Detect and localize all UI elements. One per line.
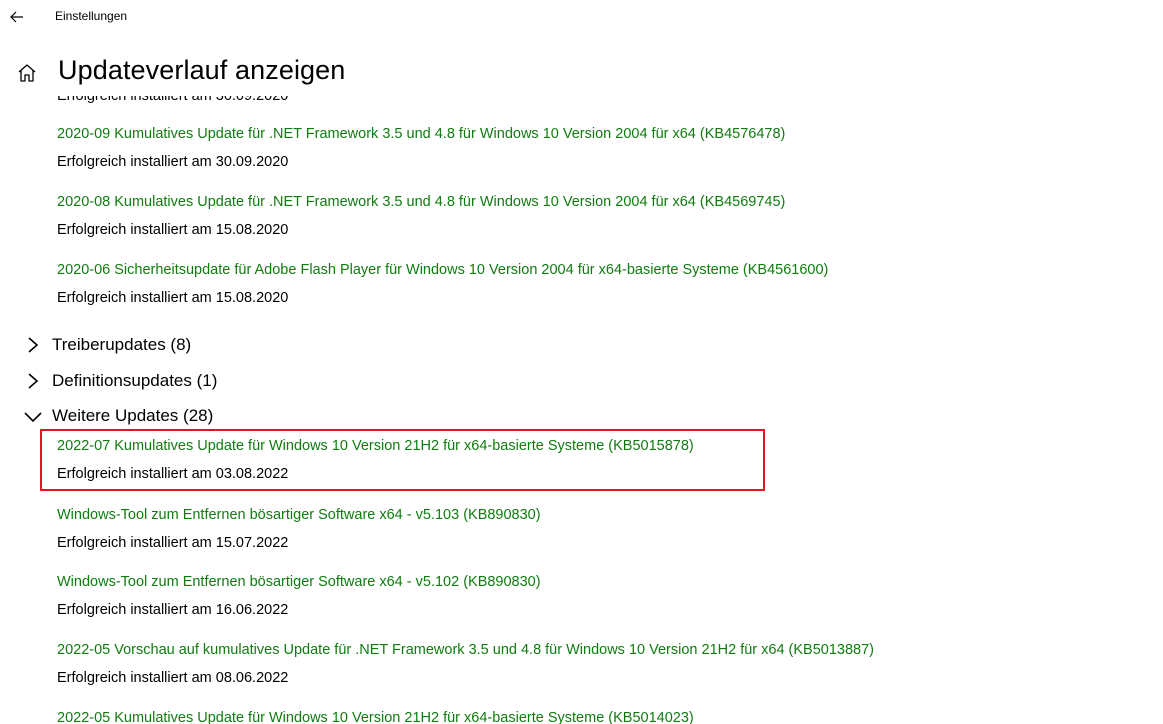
page-header: Updateverlauf anzeigen (0, 52, 1163, 96)
back-arrow-icon (10, 11, 23, 23)
section-label: Definitionsupdates (1) (52, 371, 218, 390)
section-label: Treiberupdates (8) (52, 335, 192, 354)
title-bar: Einstellungen (0, 0, 1163, 34)
update-status: Erfolgreich installiert am 03.08.2022 (57, 466, 289, 482)
update-link[interactable]: 2022-07 Kumulatives Update für Windows 1… (57, 436, 694, 456)
update-link[interactable]: 2020-08 Kumulatives Update für .NET Fram… (57, 192, 785, 212)
back-button[interactable] (0, 0, 34, 34)
update-history-list[interactable]: Erfolgreich installiert am 30.09.2020 20… (0, 84, 1163, 724)
update-status: Erfolgreich installiert am 15.07.2022 (57, 535, 289, 551)
section-other-updates[interactable]: Weitere Updates (28) (22, 403, 213, 429)
update-link[interactable]: Windows-Tool zum Entfernen bösartiger So… (57, 572, 541, 592)
home-button[interactable] (16, 62, 38, 84)
home-icon (18, 64, 36, 82)
section-definition-updates[interactable]: Definitionsupdates (1) (22, 368, 217, 394)
page-title: Updateverlauf anzeigen (58, 55, 346, 85)
update-status: Erfolgreich installiert am 08.06.2022 (57, 670, 289, 686)
update-link[interactable]: 2020-06 Sicherheitsupdate für Adobe Flas… (57, 260, 828, 280)
update-link[interactable]: Windows-Tool zum Entfernen bösartiger So… (57, 505, 541, 525)
window-title: Einstellungen (55, 9, 128, 23)
update-link[interactable]: 2020-09 Kumulatives Update für .NET Fram… (57, 124, 785, 144)
chevron-down-icon (24, 412, 42, 423)
update-status: Erfolgreich installiert am 15.08.2020 (57, 222, 289, 238)
chevron-right-icon (28, 337, 39, 353)
update-link[interactable]: 2022-05 Vorschau auf kumulatives Update … (57, 640, 874, 660)
update-status: Erfolgreich installiert am 15.08.2020 (57, 290, 289, 306)
update-status: Erfolgreich installiert am 30.09.2020 (57, 154, 289, 170)
update-status: Erfolgreich installiert am 16.06.2022 (57, 602, 289, 618)
update-link[interactable]: 2022-05 Kumulatives Update für Windows 1… (57, 708, 694, 724)
section-driver-updates[interactable]: Treiberupdates (8) (22, 332, 191, 358)
chevron-right-icon (28, 373, 39, 389)
section-label: Weitere Updates (28) (52, 406, 214, 425)
